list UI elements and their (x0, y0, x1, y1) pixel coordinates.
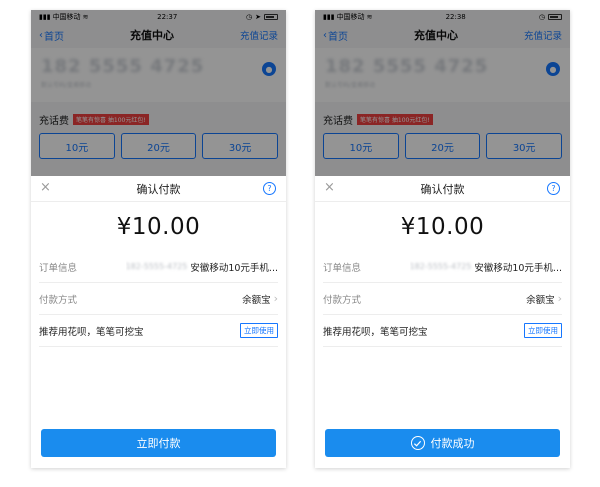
phone-screen-success: ▮▮▮ 中国移动 ≋ 22:38 ◷ ‹ 首页 充值中心 充值记录 182 5555 … (315, 10, 570, 468)
close-icon[interactable]: × (40, 181, 51, 194)
order-value: 安徽移动10元手机... (474, 262, 562, 274)
order-phone: 182-5555-4725 (409, 262, 472, 271)
huabei-recommend-row: 推荐用花呗，笔笔可挖宝 立即使用 (323, 315, 562, 347)
payment-method-value: 余额宝 (242, 294, 271, 306)
chevron-right-icon: › (273, 292, 278, 305)
use-now-button[interactable]: 立即使用 (524, 323, 562, 338)
payment-success-button[interactable]: 付款成功 (325, 429, 560, 457)
payment-amount: ¥10.00 (400, 214, 485, 240)
help-icon[interactable]: ? (547, 182, 560, 195)
help-icon[interactable]: ? (263, 182, 276, 195)
payment-method-row[interactable]: 付款方式 余额宝 › (39, 283, 278, 315)
phone-screen-confirm: ▮▮▮ 中国移动 ≋ 22:37 ◷ ➤ ‹ 首页 充值中心 充值记录 182 5555… (31, 10, 286, 468)
payment-amount: ¥10.00 (116, 214, 201, 240)
use-now-button[interactable]: 立即使用 (240, 323, 278, 338)
check-circle-icon (410, 436, 425, 450)
order-value: 安徽移动10元手机... (190, 262, 278, 274)
huabei-recommend-row: 推荐用花呗，笔笔可挖宝 立即使用 (39, 315, 278, 347)
payment-method-row[interactable]: 付款方式 余额宝 › (323, 283, 562, 315)
sheet-header: × 确认付款 ? (31, 176, 286, 202)
chevron-right-icon: › (557, 292, 562, 305)
close-icon[interactable]: × (324, 181, 335, 194)
sheet-title: 确认付款 (136, 182, 181, 196)
order-phone: 182-5555-4725 (125, 262, 188, 271)
payment-method-value: 余额宝 (526, 294, 555, 306)
payment-sheet: × 确认付款 ? ¥10.00 订单信息 182-5555-4725 安徽移动10… (315, 176, 570, 468)
pay-now-button[interactable]: 立即付款 (41, 429, 276, 457)
order-info-row: 订单信息 182-5555-4725 安徽移动10元手机... (323, 251, 562, 283)
sheet-title: 确认付款 (420, 182, 465, 196)
sheet-header: × 确认付款 ? (315, 176, 570, 202)
order-info-row: 订单信息 182-5555-4725 安徽移动10元手机... (39, 251, 278, 283)
payment-sheet: × 确认付款 ? ¥10.00 订单信息 182-5555-4725 安徽移动10… (31, 176, 286, 468)
